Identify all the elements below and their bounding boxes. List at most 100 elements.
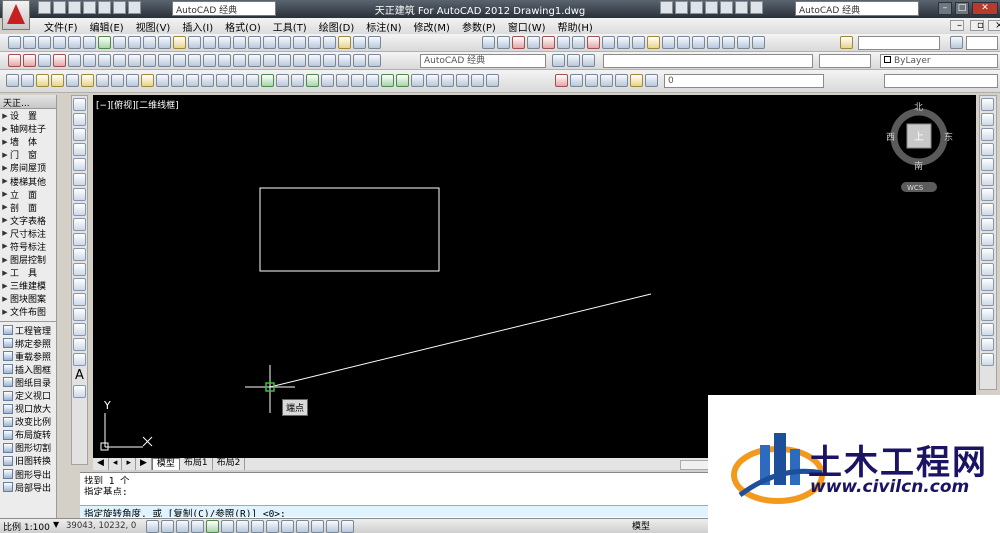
column-icon[interactable]	[38, 54, 51, 67]
extend-icon[interactable]	[441, 74, 454, 87]
grid-mode-icon[interactable]	[161, 520, 174, 533]
zoom-previous-icon[interactable]	[263, 36, 276, 49]
plot-icon[interactable]	[246, 74, 259, 87]
break-icon[interactable]	[981, 278, 994, 291]
layer-walk-icon[interactable]	[201, 74, 214, 87]
red-marker-icon[interactable]	[555, 74, 568, 87]
menu-tools[interactable]: 工具(T)	[267, 19, 313, 34]
new-icon[interactable]	[660, 1, 673, 14]
fillet-icon[interactable]	[981, 323, 994, 336]
make-block-icon[interactable]	[73, 278, 86, 291]
palette-item[interactable]: ▶ 符号标注	[0, 240, 56, 253]
insert-icon[interactable]	[306, 74, 319, 87]
close-button[interactable]: ✕	[972, 2, 998, 15]
palette-subitem[interactable]: 视口放大	[0, 402, 56, 415]
spline-icon[interactable]	[73, 218, 86, 231]
view-icon[interactable]	[308, 54, 321, 67]
saveas-icon[interactable]	[83, 1, 96, 14]
quick-properties-icon[interactable]	[311, 520, 324, 533]
save-icon[interactable]	[690, 1, 703, 14]
palette-item[interactable]: ▶ 三维建模	[0, 279, 56, 293]
trim-icon[interactable]	[426, 74, 439, 87]
table-icon[interactable]	[278, 54, 291, 67]
table-icon[interactable]	[73, 353, 86, 366]
markup-icon[interactable]	[338, 36, 351, 49]
break-at-point-icon[interactable]	[981, 263, 994, 276]
maximize-button[interactable]: □	[955, 2, 969, 15]
tab-model[interactable]: 模型	[151, 458, 180, 470]
mirror-icon[interactable]	[981, 128, 994, 141]
target-icon[interactable]	[737, 36, 750, 49]
menu-draw[interactable]: 绘图(D)	[313, 19, 361, 34]
layer-delete-icon[interactable]	[231, 74, 244, 87]
menu-parametric[interactable]: 参数(P)	[456, 19, 502, 34]
insert-block-icon[interactable]	[73, 263, 86, 276]
palette-subitem[interactable]: 工程管理	[0, 324, 56, 337]
paste-icon[interactable]	[143, 36, 156, 49]
text-style-icon[interactable]	[840, 36, 853, 49]
area-icon[interactable]	[381, 74, 394, 87]
layer-icon[interactable]	[293, 54, 306, 67]
stretch-icon[interactable]	[981, 218, 994, 231]
tab-layout2[interactable]: 布局2	[213, 458, 246, 470]
undo-icon[interactable]	[113, 1, 126, 14]
column-icon[interactable]	[557, 36, 570, 49]
section-icon[interactable]	[677, 36, 690, 49]
color-combo[interactable]: ByLayer	[880, 54, 998, 68]
chevron-down-icon[interactable]: ▼	[53, 520, 59, 529]
palette-subitem[interactable]: 图形导出	[0, 468, 56, 481]
layer-on-icon[interactable]	[81, 74, 94, 87]
layer-states-icon[interactable]	[21, 74, 34, 87]
redo-icon[interactable]	[203, 36, 216, 49]
array-icon[interactable]	[981, 158, 994, 171]
ellipse-icon[interactable]	[73, 233, 86, 246]
open-icon[interactable]	[675, 1, 688, 14]
annotation-monitor-icon[interactable]	[341, 520, 354, 533]
tab-nav-next[interactable]: ▸	[122, 458, 136, 470]
layer-state-icon[interactable]	[615, 74, 628, 87]
opening-icon[interactable]	[113, 54, 126, 67]
saveas-icon[interactable]	[705, 1, 718, 14]
menu-format[interactable]: 格式(O)	[219, 19, 267, 34]
move-copy-icon[interactable]	[336, 74, 349, 87]
lock-icon[interactable]	[582, 54, 595, 67]
ellipse-arc-icon[interactable]	[73, 248, 86, 261]
workspace-dropdown-right[interactable]: AutoCAD 经典	[795, 1, 919, 16]
copy-icon[interactable]	[981, 113, 994, 126]
doc-minimize-button[interactable]: –	[950, 20, 964, 31]
palette-item[interactable]: ▶ 轴网柱子	[0, 122, 56, 136]
3d-osnap-icon[interactable]	[221, 520, 234, 533]
layer-thaw-icon[interactable]	[126, 74, 139, 87]
snap-mode-icon[interactable]	[146, 520, 159, 533]
plot-preview-icon[interactable]	[68, 36, 81, 49]
palette-item[interactable]: ▶ 剖 面	[0, 201, 56, 214]
parallel-wall-icon[interactable]	[68, 54, 81, 67]
selection-cycling-icon[interactable]	[326, 520, 339, 533]
door-icon[interactable]	[572, 36, 585, 49]
move-icon[interactable]	[981, 173, 994, 186]
light-bulb-icon[interactable]	[36, 74, 49, 87]
save-icon[interactable]	[38, 36, 51, 49]
undo-icon[interactable]	[735, 1, 748, 14]
workspace-dropdown[interactable]: AutoCAD 经典	[172, 1, 276, 16]
chamfer-icon[interactable]	[471, 74, 484, 87]
room-icon[interactable]	[617, 36, 630, 49]
measure-icon[interactable]	[366, 74, 379, 87]
sun-icon[interactable]	[51, 74, 64, 87]
layer-props-icon[interactable]	[600, 74, 613, 87]
grid-icon[interactable]	[512, 36, 525, 49]
palette-item[interactable]: ▶ 墙 体	[0, 135, 56, 149]
help-icon[interactable]	[752, 36, 765, 49]
chamfer-icon[interactable]	[981, 308, 994, 321]
arc-icon[interactable]	[73, 173, 86, 186]
palette-item[interactable]: ▶ 文件布图	[0, 305, 56, 319]
roof-icon[interactable]	[647, 36, 660, 49]
grid-icon[interactable]	[291, 74, 304, 87]
palette-subitem[interactable]: 改变比例	[0, 415, 56, 428]
open-icon[interactable]	[23, 36, 36, 49]
blend-icon[interactable]	[981, 353, 994, 366]
settings-icon[interactable]	[552, 54, 565, 67]
undo-icon[interactable]	[188, 36, 201, 49]
extend-icon[interactable]	[981, 248, 994, 261]
palette-subitem[interactable]: 绑定参照	[0, 337, 56, 350]
